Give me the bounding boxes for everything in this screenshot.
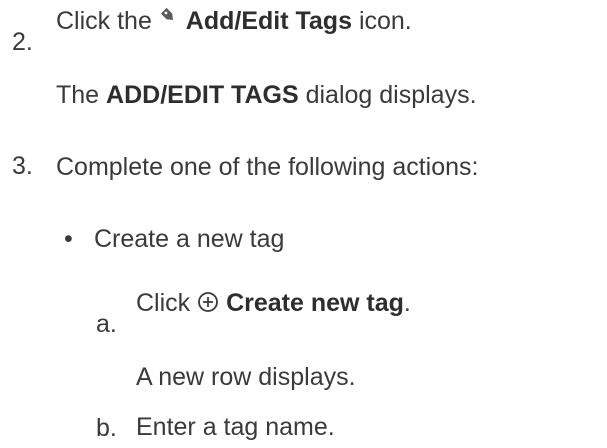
step-text: icon.: [358, 7, 412, 35]
bullet-text: Create a new tag: [94, 225, 285, 253]
substep-b-instruction: Enter a tag name.: [136, 413, 335, 441]
tag-icon: [159, 6, 179, 36]
result-text: dialog displays.: [305, 81, 477, 109]
create-new-tag-label: Create new tag: [226, 289, 404, 317]
substep-number: a.: [96, 310, 117, 338]
bullet: •: [64, 225, 73, 253]
step-2-instruction: Click the Add/Edit Tags icon.: [56, 6, 412, 36]
substep-text: .: [403, 289, 411, 317]
dialog-name: ADD/EDIT TAGS: [106, 81, 299, 109]
result-text: The: [56, 81, 100, 109]
step-2-result: The ADD/EDIT TAGS dialog displays.: [56, 80, 477, 110]
plus-circle-icon: [197, 288, 219, 318]
substep-text: Click: [136, 289, 191, 317]
step-3-instruction: Complete one of the following actions:: [56, 153, 479, 181]
step-text: Click the: [56, 7, 152, 35]
step-number: 3.: [12, 152, 33, 180]
substep-number: b.: [96, 414, 117, 442]
add-edit-tags-label: Add/Edit Tags: [185, 7, 352, 35]
substep-a-instruction: Click Create new tag.: [136, 288, 411, 318]
substep-a-result: A new row displays.: [136, 363, 356, 391]
step-number: 2.: [12, 28, 33, 56]
